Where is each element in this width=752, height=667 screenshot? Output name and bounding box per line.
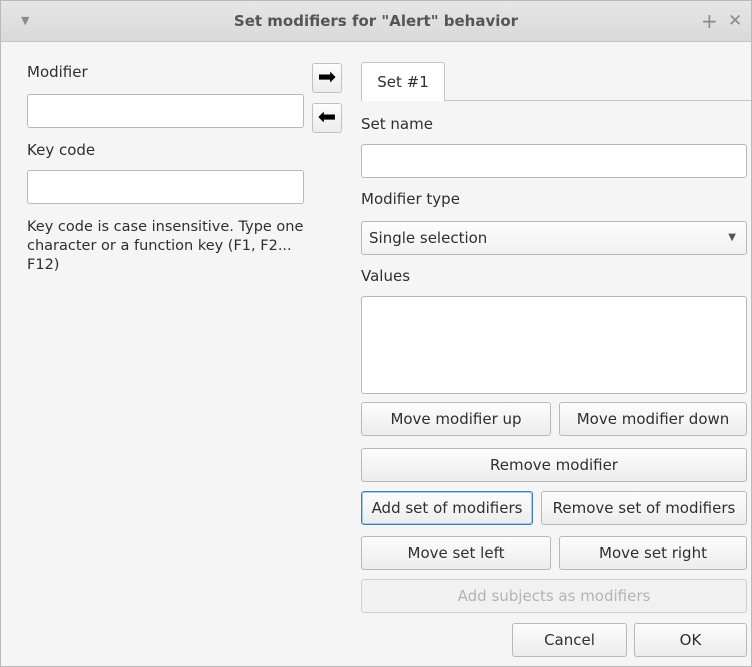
keycode-input[interactable] (27, 170, 304, 204)
remove-modifier-arrow-button[interactable]: ⬅ (312, 103, 342, 133)
move-set-right-button[interactable]: Move set right (559, 536, 747, 570)
modifier-type-select[interactable]: Single selection ▼ (361, 221, 747, 255)
close-icon[interactable]: ✕ (728, 1, 742, 41)
chevron-down-icon: ▼ (728, 232, 736, 243)
set-name-input[interactable] (361, 144, 747, 178)
values-list[interactable] (361, 296, 747, 394)
arrow-left-icon: ⬅ (317, 105, 337, 130)
arrow-right-icon: ➡ (317, 65, 337, 90)
ok-button[interactable]: OK (634, 623, 747, 657)
add-subjects-as-modifiers-button: Add subjects as modifiers (361, 579, 747, 613)
remove-modifier-button[interactable]: Remove modifier (361, 448, 747, 482)
tab-bar-divider (445, 100, 751, 101)
move-modifier-down-button[interactable]: Move modifier down (559, 402, 747, 436)
modifier-input[interactable] (27, 94, 304, 128)
modifier-type-value: Single selection (369, 229, 488, 247)
remove-set-of-modifiers-button[interactable]: Remove set of modifiers (541, 491, 747, 525)
add-modifier-arrow-button[interactable]: ➡ (312, 63, 342, 93)
dialog-window: ▼ Set modifiers for "Alert" behavior + ✕… (0, 0, 752, 667)
values-label: Values (361, 267, 411, 285)
tab-set-1[interactable]: Set #1 (361, 62, 445, 101)
cancel-button[interactable]: Cancel (512, 623, 627, 657)
set-name-label: Set name (361, 115, 433, 133)
keycode-help-text: Key code is case insensitive. Type one c… (27, 219, 304, 273)
window-title: Set modifiers for "Alert" behavior (233, 12, 519, 30)
add-set-of-modifiers-button[interactable]: Add set of modifiers (361, 491, 533, 525)
move-set-left-button[interactable]: Move set left (361, 536, 551, 570)
title-bar[interactable]: ▼ Set modifiers for "Alert" behavior + ✕ (1, 1, 751, 42)
keycode-label: Key code (27, 141, 96, 159)
maximize-icon[interactable]: + (701, 1, 718, 41)
modifier-label: Modifier (27, 63, 88, 81)
move-modifier-up-button[interactable]: Move modifier up (361, 402, 551, 436)
modifier-type-label: Modifier type (361, 190, 460, 208)
